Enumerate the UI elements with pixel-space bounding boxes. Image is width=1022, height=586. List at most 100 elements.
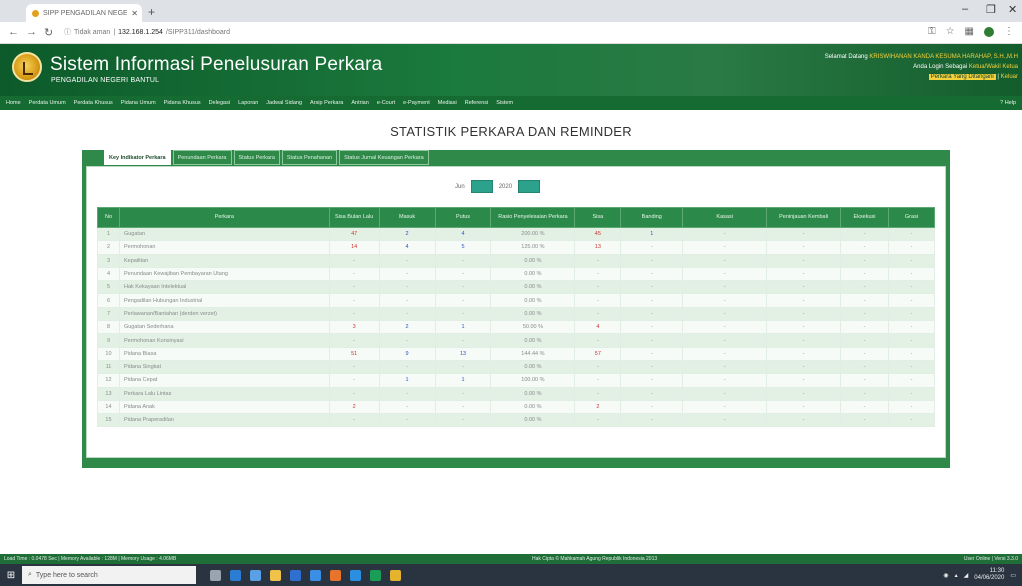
profile-icon[interactable] bbox=[984, 26, 994, 37]
table-cell[interactable]: 3 bbox=[328, 320, 380, 335]
menu-item-epayment[interactable]: e-Payment bbox=[403, 100, 430, 106]
table-cell: - bbox=[434, 253, 492, 268]
table-cell[interactable]: 2 bbox=[328, 399, 380, 415]
close-window-icon[interactable]: ✕ bbox=[1008, 3, 1017, 16]
menu-item-delegasi[interactable]: Delegasi bbox=[209, 100, 230, 106]
table-cell[interactable]: 57 bbox=[574, 346, 622, 361]
help-link[interactable]: ? Help bbox=[1000, 100, 1022, 106]
menu-item-perdata-khusus[interactable]: Perdata Khusus bbox=[74, 100, 113, 106]
case-type-cell[interactable]: Kepailitan bbox=[118, 253, 330, 268]
teamviewer-icon[interactable] bbox=[350, 569, 361, 581]
volume-icon[interactable]: ◢ bbox=[964, 572, 969, 579]
table-cell[interactable]: 2 bbox=[378, 226, 436, 242]
menu-item-laporan[interactable]: Laporan bbox=[238, 100, 258, 106]
table-cell[interactable]: 1 bbox=[378, 373, 436, 388]
case-type-cell[interactable]: Perlawanan/Bantahan (derden verzet) bbox=[118, 306, 330, 322]
table-cell[interactable]: 4 bbox=[574, 320, 622, 335]
network-icon[interactable]: ▴ bbox=[955, 572, 958, 579]
case-type-cell[interactable]: Permohonan Konsinyasi bbox=[118, 333, 330, 348]
case-type-cell[interactable]: Pidana Praperadilan bbox=[118, 413, 330, 428]
back-icon[interactable]: ← bbox=[8, 26, 19, 38]
table-cell[interactable]: 45 bbox=[574, 226, 622, 242]
firefox-icon[interactable] bbox=[330, 569, 341, 581]
table-cell[interactable]: 51 bbox=[328, 346, 380, 361]
table-cell[interactable]: 47 bbox=[328, 226, 380, 242]
case-type-cell[interactable]: Pidana Anak bbox=[118, 399, 330, 415]
logout-link[interactable]: Keluar bbox=[1001, 74, 1018, 80]
taskbar-search[interactable]: ⌕ Type here to search bbox=[22, 566, 196, 584]
month-select[interactable] bbox=[470, 180, 493, 193]
menu-item-pidana-khusus[interactable]: Pidana Khusus bbox=[164, 100, 201, 106]
excel-icon[interactable] bbox=[370, 569, 381, 581]
tab-detention-status[interactable]: Status Penahanan bbox=[281, 150, 338, 165]
table-row: 11 Pidana Singkat - - -0.00 % - - - - - - bbox=[97, 359, 936, 375]
handled-cases-link[interactable]: Perkara Yang Ditangani bbox=[928, 74, 996, 80]
new-tab-icon[interactable]: + bbox=[148, 5, 155, 19]
menu-item-referensi[interactable]: Referensi bbox=[465, 100, 489, 106]
table-cell: - bbox=[328, 386, 380, 401]
key-icon[interactable]: ⚿ bbox=[928, 26, 936, 37]
table-cell[interactable]: 14 bbox=[328, 240, 380, 255]
reload-icon[interactable]: ↻ bbox=[44, 26, 53, 39]
case-type-cell[interactable]: Penundaan Kewajiban Pembayaran Utang bbox=[118, 266, 330, 282]
case-type-cell[interactable]: Pidana Cepat bbox=[118, 373, 330, 388]
table-cell[interactable]: 2 bbox=[378, 320, 436, 335]
menu-item-mediasi[interactable]: Mediasi bbox=[438, 100, 457, 106]
table-cell[interactable]: 5 bbox=[434, 240, 492, 255]
tab-finance-journal-status[interactable]: Status Jurnal Keuangan Perkara bbox=[339, 150, 429, 165]
case-type-cell[interactable]: Permohonan bbox=[118, 240, 330, 255]
table-cell: 13 bbox=[97, 386, 120, 401]
menu-item-home[interactable]: Home bbox=[6, 100, 21, 106]
table-cell[interactable]: 13 bbox=[574, 240, 622, 255]
table-cell[interactable]: 2 bbox=[574, 399, 622, 415]
tab-postponement[interactable]: Penundaan Perkara bbox=[172, 150, 232, 165]
table-cell: - bbox=[574, 333, 622, 348]
table-cell[interactable]: 4 bbox=[434, 226, 492, 242]
task-view-icon[interactable] bbox=[210, 569, 221, 581]
forward-icon[interactable]: → bbox=[26, 26, 37, 38]
mail-icon[interactable] bbox=[250, 569, 261, 581]
browser-tab[interactable]: SIPP PENGADILAN NEGERI BAN ✕ bbox=[26, 4, 142, 22]
case-type-cell[interactable]: Hak Kekayaan Intelektual bbox=[118, 280, 330, 295]
notification-icon[interactable]: ▭ bbox=[1010, 572, 1016, 579]
minimize-icon[interactable]: – bbox=[962, 3, 968, 15]
case-type-cell[interactable]: Gugatan Sederhana bbox=[118, 320, 330, 335]
people-icon[interactable]: ◉ bbox=[943, 572, 948, 579]
maximize-icon[interactable]: ❐ bbox=[986, 3, 996, 16]
store-icon[interactable] bbox=[310, 569, 321, 581]
case-type-cell[interactable]: Pengadilan Hubungan Industrial bbox=[118, 293, 330, 308]
extension-icon[interactable]: ▦ bbox=[965, 26, 974, 37]
word-icon[interactable] bbox=[290, 569, 301, 581]
clock[interactable]: 11:30 04/06/2020 bbox=[974, 568, 1004, 582]
year-select[interactable] bbox=[518, 180, 541, 193]
menu-item-sistem[interactable]: Sistem bbox=[496, 100, 513, 106]
menu-item-perdata-umum[interactable]: Perdata Umum bbox=[29, 100, 66, 106]
menu-item-antrian[interactable]: Antrian bbox=[351, 100, 368, 106]
menu-item-ecourt[interactable]: e-Court bbox=[377, 100, 395, 106]
case-type-cell[interactable]: Perkara Lalu Lintas bbox=[118, 386, 330, 401]
close-tab-icon[interactable]: ✕ bbox=[131, 9, 142, 18]
table-cell[interactable]: 9 bbox=[378, 346, 436, 361]
url-field[interactable]: ⓘ Tidak aman | 132.168.1.254/SIPP311/das… bbox=[64, 27, 230, 37]
table-cell[interactable]: 1 bbox=[434, 320, 492, 335]
table-cell[interactable]: 13 bbox=[434, 346, 492, 361]
table-cell[interactable]: 4 bbox=[378, 240, 436, 255]
tab-key-indicator[interactable]: Key Indikator Perkara bbox=[104, 150, 171, 165]
menu-item-arsip-perkara[interactable]: Arsip Perkara bbox=[310, 100, 343, 106]
edge-browser-icon[interactable] bbox=[230, 569, 241, 581]
case-type-cell[interactable]: Pidana Singkat bbox=[118, 359, 330, 375]
table-cell: - bbox=[840, 320, 889, 335]
table-cell[interactable]: 1 bbox=[434, 373, 492, 388]
case-type-cell[interactable]: Pidana Biasa bbox=[118, 346, 330, 361]
table-cell[interactable]: 1 bbox=[620, 226, 684, 242]
tab-case-status[interactable]: Status Perkara bbox=[233, 150, 280, 165]
chrome-icon[interactable] bbox=[390, 569, 401, 581]
menu-item-pidana-umum[interactable]: Pidana Umum bbox=[121, 100, 156, 106]
table-cell: - bbox=[887, 333, 936, 348]
menu-kebab-icon[interactable]: ⋮ bbox=[1004, 26, 1014, 37]
file-explorer-icon[interactable] bbox=[270, 569, 281, 581]
star-icon[interactable]: ☆ bbox=[946, 26, 955, 37]
case-type-cell[interactable]: Gugatan bbox=[118, 226, 330, 242]
menu-item-jadwal-sidang[interactable]: Jadwal Sidang bbox=[266, 100, 302, 106]
windows-start-icon[interactable]: ⊞ bbox=[0, 564, 22, 586]
